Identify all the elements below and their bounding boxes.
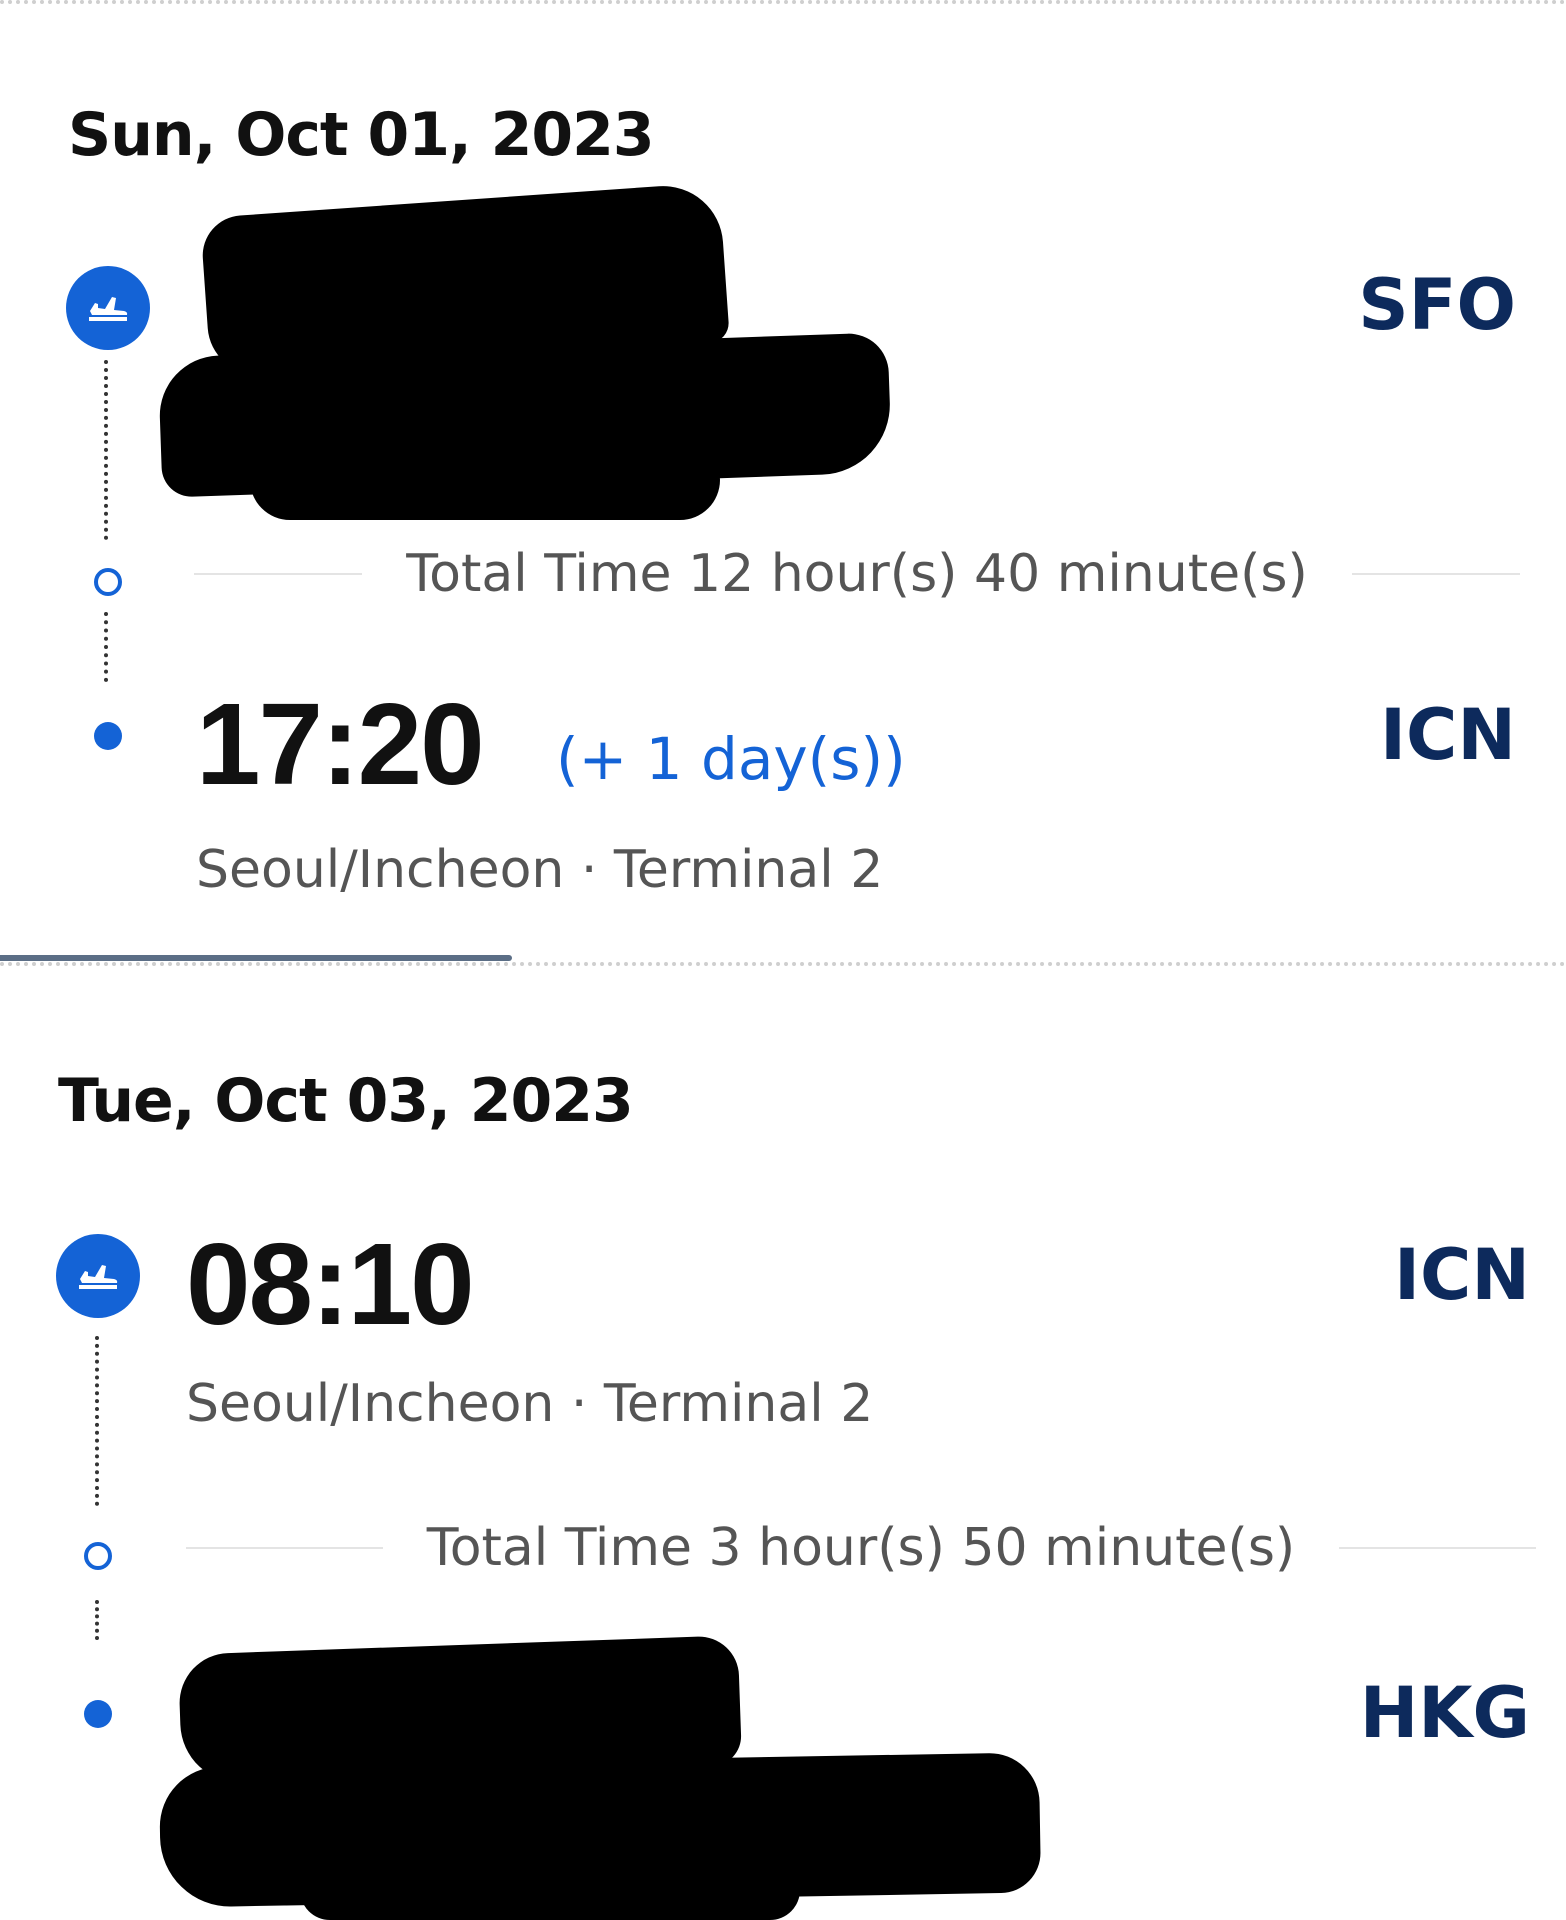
duration-row: Total Time 3 hour(s) 50 minute(s) [186,1518,1536,1578]
arrival-marker [94,722,122,750]
redaction-mark [250,440,720,520]
day-offset: (+ 1 day(s)) [556,725,906,793]
timeline-connector [95,1336,99,1506]
arrival-time: 17:20 [196,679,485,809]
itinerary-page: Sun, Oct 01, 2023 SFO Total Time 12 hour… [0,0,1566,1920]
departure-airport-code: SFO [1358,264,1516,346]
total-time-label: Total Time 12 hour(s) 40 minute(s) [406,544,1308,604]
segment-date: Sun, Oct 01, 2023 [68,100,655,170]
arrival-marker [84,1700,112,1728]
redaction-mark [300,1860,800,1920]
departure-airport-info: Seoul/Incheon · Terminal 2 [186,1374,874,1434]
arrival-airport-code: ICN [1379,694,1516,776]
departure-time: 08:10 [186,1219,475,1349]
timeline-connector [104,360,108,540]
top-divider [0,0,1566,4]
departure-airport-code: ICN [1393,1234,1530,1316]
section-accent-bar [0,955,512,961]
duration-row: Total Time 12 hour(s) 40 minute(s) [194,544,1520,604]
timeline-connector [104,612,108,682]
total-time-label: Total Time 3 hour(s) 50 minute(s) [426,1518,1296,1578]
segment-date: Tue, Oct 03, 2023 [58,1066,634,1136]
plane-takeoff-icon [66,266,150,350]
stop-marker [84,1542,112,1570]
duration-rule-left [186,1547,383,1549]
segment-divider [0,962,1566,966]
duration-rule-right [1339,1547,1536,1549]
timeline-connector [95,1600,99,1640]
plane-takeoff-icon [56,1234,140,1318]
duration-rule-left [194,573,363,575]
duration-rule-right [1351,573,1520,575]
arrival-airport-code: HKG [1359,1672,1530,1754]
arrival-airport-info: Seoul/Incheon · Terminal 2 [196,840,884,900]
stop-marker [94,568,122,596]
